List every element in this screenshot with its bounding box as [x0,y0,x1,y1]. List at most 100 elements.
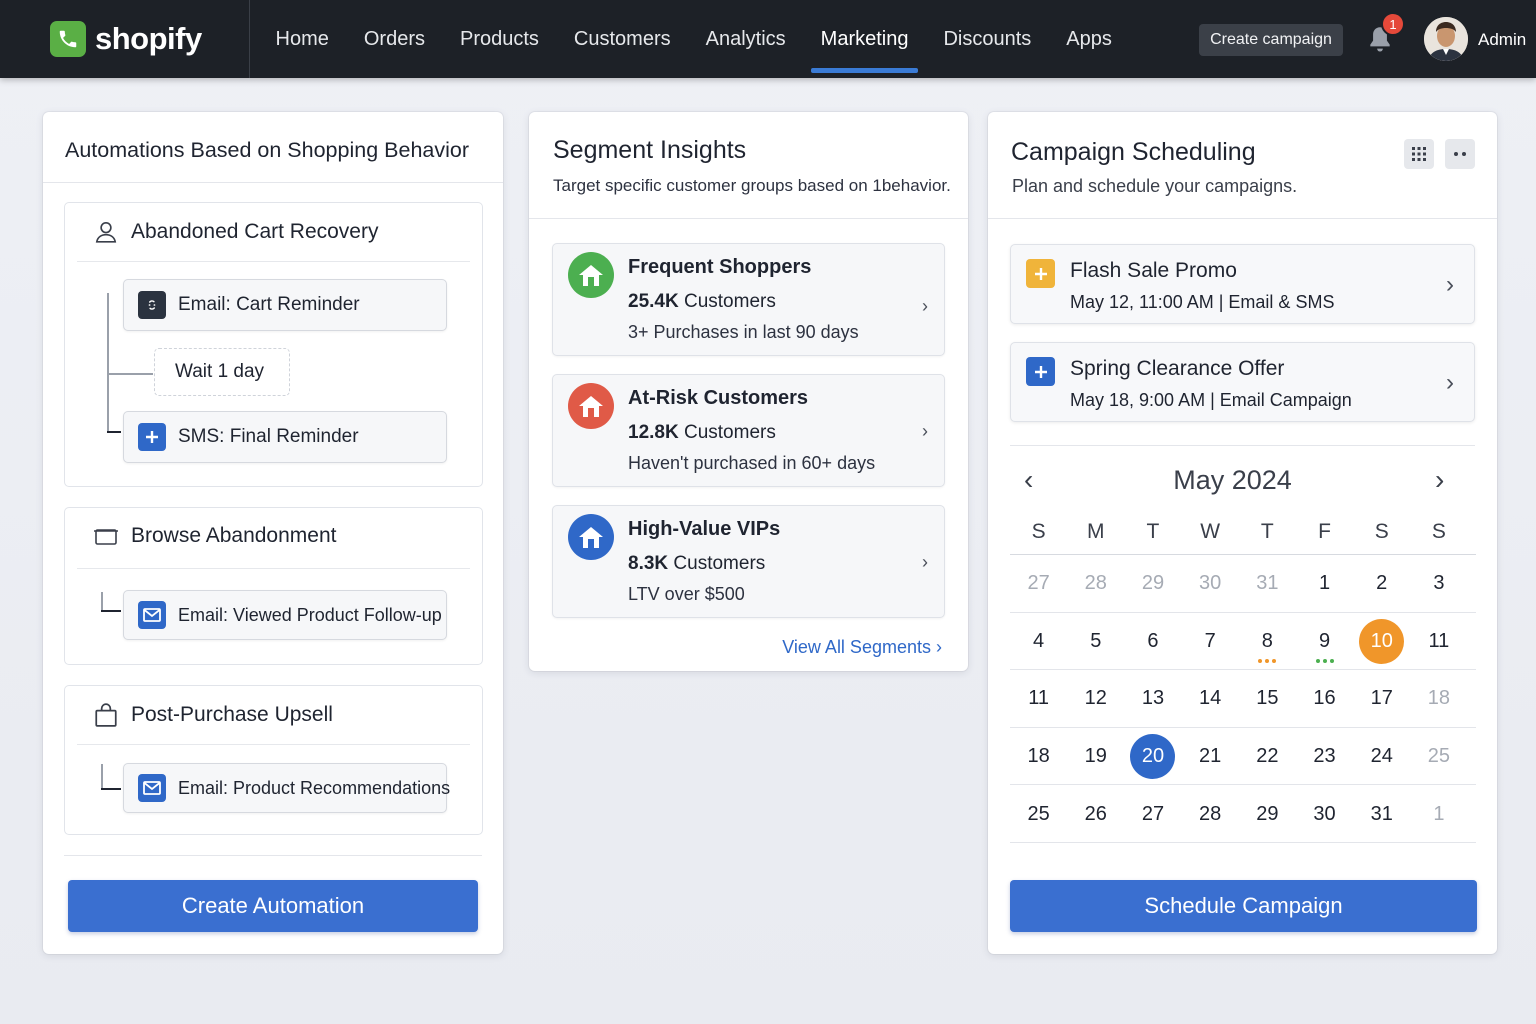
calendar-day[interactable]: 30 [1296,792,1353,836]
view-all-label: View All Segments [782,637,931,657]
calendar-day[interactable]: 9 [1296,619,1353,663]
segment-count: 25.4K Customers [628,291,776,313]
create-campaign-button[interactable]: Create campaign [1199,24,1343,56]
campaign-meta: May 18, 9:00 AM | Email Campaign [1070,390,1352,410]
calendar-day[interactable]: 19 [1067,734,1124,778]
calendar-day[interactable]: 28 [1067,561,1124,605]
calendar-day-number: 28 [1084,572,1107,595]
calendar-day[interactable]: 21 [1182,734,1239,778]
automation-title: Abandoned Cart Recovery [131,220,379,243]
wait-step[interactable]: Wait 1 day [154,348,290,396]
calendar-day[interactable]: 15 [1239,676,1296,720]
segment-frequent-shoppers[interactable]: Frequent Shoppers 25.4K Customers 3+ Pur… [552,243,945,356]
view-all-segments-link[interactable]: View All Segments › [782,637,942,658]
calendar-day[interactable]: 1 [1296,561,1353,605]
nav-home[interactable]: Home [258,0,346,78]
nav-marketing[interactable]: Marketing [803,0,926,78]
divider [64,855,482,856]
calendar-day[interactable]: 16 [1296,676,1353,720]
calendar-day[interactable]: 11 [1410,619,1467,663]
automation-header: Post-Purchase Upsell [93,702,333,728]
calendar-day[interactable]: 28 [1182,792,1239,836]
calendar-day[interactable]: 30 [1182,561,1239,605]
calendar-day[interactable]: 4 [1010,619,1067,663]
calendar-day[interactable]: 7 [1182,619,1239,663]
calendar-day-selected: 20 [1130,733,1176,779]
step-email-product-recommendations[interactable]: Email: Product Recommendations [123,763,450,813]
calendar-day[interactable]: 8 [1239,619,1296,663]
nav-customers[interactable]: Customers [556,0,688,78]
nav-discounts[interactable]: Discounts [926,0,1049,78]
create-automation-button[interactable]: Create Automation [68,880,478,932]
calendar-day[interactable]: 20 [1124,733,1181,779]
segment-count-unit: Customers [683,291,776,312]
segment-name: Frequent Shoppers [628,256,812,278]
calendar-day[interactable]: 25 [1410,734,1467,778]
calendar-day-number: 3 [1433,572,1445,595]
avatar[interactable] [1424,17,1468,61]
campaign-meta: May 12, 11:00 AM | Email & SMS [1070,292,1335,312]
campaign-spring-clearance[interactable]: Spring Clearance Offer May 18, 9:00 AM |… [1010,342,1475,422]
calendar-day[interactable]: 5 [1067,619,1124,663]
calendar-day-number: 27 [1027,572,1050,595]
calendar-day[interactable]: 26 [1067,792,1124,836]
calendar-day[interactable]: 29 [1124,561,1181,605]
calendar-week-row: 25 26 27 28 29 30 31 1 [1010,785,1476,843]
divider [77,568,470,569]
calendar-day[interactable]: 24 [1353,734,1410,778]
nav-apps[interactable]: Apps [1049,0,1130,78]
calendar-day-number: 29 [1256,802,1279,825]
calendar-day[interactable]: 1 [1410,792,1467,836]
step-email-cart-reminder[interactable]: Email: Cart Reminder [123,279,447,331]
step-email-viewed-product[interactable]: Email: Viewed Product Follow-up [123,590,447,640]
calendar-day[interactable]: 6 [1124,619,1181,663]
calendar-day[interactable]: 27 [1124,792,1181,836]
event-dot [1272,658,1277,663]
link-icon [138,291,166,319]
step-sms-final-reminder[interactable]: SMS: Final Reminder [123,411,447,463]
calendar-day-number: 5 [1090,629,1102,652]
calendar-day[interactable]: 31 [1239,561,1296,605]
calendar-day[interactable]: 18 [1410,676,1467,720]
automation-post-purchase-upsell[interactable]: Post-Purchase Upsell Email: Product Reco… [64,685,483,835]
calendar-day[interactable]: 12 [1067,676,1124,720]
automation-abandoned-cart[interactable]: Abandoned Cart Recovery Email: Cart Remi… [64,202,483,487]
nav-orders[interactable]: Orders [346,0,442,78]
calendar-day[interactable]: 22 [1239,734,1296,778]
automations-title: Automations Based on Shopping Behavior [65,138,469,162]
grid-icon[interactable] [1404,139,1434,169]
calendar-day-number: 14 [1199,687,1222,710]
calendar-day-number: 8 [1261,629,1273,652]
calendar-day[interactable]: 31 [1353,792,1410,836]
brand[interactable]: shopify [0,0,250,78]
calendar-day[interactable]: 17 [1353,676,1410,720]
calendar-day[interactable]: 23 [1296,734,1353,778]
calendar-day[interactable]: 3 [1410,561,1467,605]
calendar-day[interactable]: 14 [1182,676,1239,720]
nav-analytics[interactable]: Analytics [688,0,803,78]
calendar-next-button[interactable]: › [1435,464,1444,496]
segment-high-value-vips[interactable]: High-Value VIPs 8.3K Customers LTV over … [552,505,945,618]
calendar-day-number: 9 [1318,629,1331,652]
calendar-day[interactable]: 25 [1010,792,1067,836]
calendar-day[interactable]: 11 [1010,676,1067,720]
automation-browse-abandonment[interactable]: Browse Abandonment Email: Viewed Product… [64,507,483,665]
calendar-day[interactable]: 13 [1124,676,1181,720]
calendar-day[interactable]: 29 [1239,792,1296,836]
nav-products[interactable]: Products [442,0,556,78]
calendar-day[interactable]: 18 [1010,734,1067,778]
more-icon[interactable] [1445,139,1475,169]
step-label: Email: Cart Reminder [178,294,360,315]
event-dot [1265,658,1270,663]
chevron-right-icon: › [922,296,928,316]
calendar-day-number: 19 [1084,744,1107,767]
segment-at-risk[interactable]: At-Risk Customers 12.8K Customers Haven'… [552,374,945,487]
segment-desc: Haven't purchased in 60+ days [628,453,876,473]
schedule-campaign-button[interactable]: Schedule Campaign [1010,880,1477,932]
automation-title: Browse Abandonment [131,524,337,547]
calendar-day[interactable]: 27 [1010,561,1067,605]
campaign-flash-sale[interactable]: Flash Sale Promo May 12, 11:00 AM | Emai… [1010,244,1475,324]
calendar-day-number: 27 [1141,802,1165,825]
calendar-day[interactable]: 2 [1353,561,1410,605]
calendar-day[interactable]: 10 [1353,618,1410,664]
